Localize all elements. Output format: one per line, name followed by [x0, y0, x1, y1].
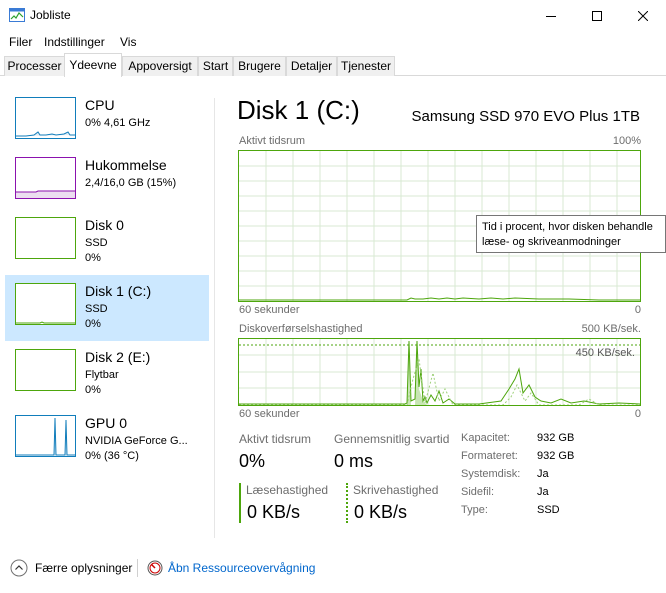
- resource-monitor-icon: [147, 560, 163, 576]
- active-time-graph-timespan: 60 sekunder: [239, 304, 300, 316]
- minimize-icon: [546, 15, 556, 17]
- footer-divider: [137, 559, 138, 577]
- system-disk-value: Ja: [537, 468, 549, 480]
- capacity-label: Kapacitet:: [461, 432, 510, 444]
- transfer-rate-graph-max: 500 KB/sek.: [581, 323, 641, 335]
- sidebar-item-name: GPU 0: [85, 415, 128, 431]
- page-file-label: Sidefil:: [461, 486, 495, 498]
- active-time-graph-max: 100%: [612, 135, 641, 147]
- sidebar-item-gpu0[interactable]: GPU 0 NVIDIA GeForce G... 0% (36 °C): [5, 407, 209, 473]
- gpu0-thumbnail: [15, 415, 76, 457]
- response-time-label: Gennemsnitlig svartid: [334, 432, 450, 446]
- memory-thumbnail: [15, 157, 76, 199]
- menu-settings[interactable]: Indstillinger: [44, 35, 105, 49]
- tab-details[interactable]: Detaljer: [286, 56, 337, 76]
- sidebar-item-cpu[interactable]: CPU 0% 4,61 GHz: [5, 89, 209, 155]
- chevron-up-circle-icon: [10, 559, 28, 577]
- sidebar-item-memory[interactable]: Hukommelse 2,4/16,0 GB (15%): [5, 149, 209, 215]
- title-bar: Jobliste: [0, 0, 666, 31]
- system-disk-label: Systemdisk:: [461, 468, 521, 480]
- close-icon: [638, 10, 648, 21]
- window-title: Jobliste: [30, 8, 71, 22]
- capacity-value: 932 GB: [537, 432, 575, 444]
- active-time-tooltip: Tid i procent, hvor disken behandle læse…: [476, 215, 666, 253]
- cpu-thumbnail: [15, 97, 76, 139]
- tab-processes[interactable]: Processer: [4, 56, 65, 76]
- sidebar-item-name: CPU: [85, 97, 115, 113]
- disk-model: Samsung SSD 970 EVO Plus 1TB: [411, 108, 640, 125]
- minimize-button[interactable]: [528, 0, 574, 31]
- sidebar-item-disk2[interactable]: Disk 2 (E:) Flytbar 0%: [5, 341, 209, 407]
- close-button[interactable]: [620, 0, 666, 31]
- active-time-label: Aktivt tidsrum: [239, 432, 312, 446]
- tab-services[interactable]: Tjenester: [337, 56, 395, 76]
- transfer-rate-graph-min: 0: [634, 408, 641, 420]
- page-title: Disk 1 (C:): [237, 95, 360, 125]
- tab-bar: Processer Ydeevne Appoversigt Start Brug…: [0, 53, 666, 77]
- sidebar-item-detail: Flytbar: [85, 369, 119, 381]
- formatted-value: 932 GB: [537, 450, 575, 462]
- sidebar-item-disk1[interactable]: Disk 1 (C:) SSD 0%: [5, 275, 209, 341]
- sidebar-item-detail: SSD: [85, 303, 108, 315]
- open-resource-monitor-label: Åbn Ressourceovervågning: [168, 561, 316, 575]
- read-speed-value: 0 KB/s: [247, 502, 301, 522]
- disk1-thumbnail: [15, 283, 76, 325]
- task-manager-icon: [9, 8, 25, 22]
- maximize-icon: [592, 10, 602, 21]
- menu-view[interactable]: Vis: [120, 35, 136, 49]
- response-time-value: 0 ms: [334, 451, 374, 471]
- sidebar-item-name: Disk 1 (C:): [85, 283, 152, 299]
- sidebar-item-usage: 0% (36 °C): [85, 450, 139, 462]
- sidebar-item-detail: 2,4/16,0 GB (15%): [85, 177, 177, 189]
- sidebar-item-usage: 0%: [85, 318, 101, 330]
- menu-file[interactable]: Filer: [9, 35, 32, 49]
- disk0-thumbnail: [15, 217, 76, 259]
- fewer-details-label: Færre oplysninger: [35, 561, 133, 575]
- sidebar-item-name: Hukommelse: [85, 157, 167, 173]
- read-speed-label: Læsehastighed: [246, 483, 329, 497]
- tooltip-line: læse- og skriveanmodninger: [482, 236, 621, 248]
- sidebar-item-name: Disk 0: [85, 217, 124, 233]
- sidebar-item-usage: 0%: [85, 252, 101, 264]
- tab-startup[interactable]: Start: [198, 56, 233, 76]
- footer: Færre oplysninger Åbn Ressourceovervågni…: [0, 556, 666, 580]
- active-time-graph-label: Aktivt tidsrum: [239, 135, 306, 147]
- transfer-rate-graph-mark: 450 KB/sek.: [575, 347, 635, 359]
- write-speed-indicator: [346, 483, 348, 523]
- disk2-thumbnail: [15, 349, 76, 391]
- transfer-rate-graph: 450 KB/sek.: [238, 338, 641, 406]
- type-value: SSD: [537, 504, 560, 516]
- maximize-button[interactable]: [574, 0, 620, 31]
- write-speed-value: 0 KB/s: [354, 502, 408, 522]
- transfer-rate-graph-timespan: 60 sekunder: [239, 408, 300, 420]
- sidebar-item-name: Disk 2 (E:): [85, 349, 151, 365]
- sidebar-item-detail: NVIDIA GeForce G...: [85, 435, 188, 447]
- active-time-graph-min: 0: [634, 304, 641, 316]
- fewer-details-button[interactable]: Færre oplysninger: [10, 559, 132, 577]
- sidebar-item-detail: SSD: [85, 237, 108, 249]
- tab-performance[interactable]: Ydeevne: [64, 53, 122, 77]
- write-speed-label: Skrivehastighed: [353, 483, 439, 497]
- sidebar-item-disk0[interactable]: Disk 0 SSD 0%: [5, 209, 209, 275]
- menu-bar: Filer Indstillinger Vis: [0, 31, 666, 53]
- formatted-label: Formateret:: [461, 450, 518, 462]
- tab-app-history[interactable]: Appoversigt: [122, 56, 198, 76]
- active-time-value: 0%: [239, 451, 266, 471]
- sidebar-item-usage: 0%: [85, 384, 101, 396]
- sidebar-divider: [214, 98, 215, 538]
- read-speed-indicator: [239, 483, 241, 523]
- transfer-rate-graph-label: Diskoverførselshastighed: [239, 323, 363, 335]
- sidebar-item-detail: 0% 4,61 GHz: [85, 117, 151, 129]
- page-file-value: Ja: [537, 486, 549, 498]
- open-resource-monitor-link[interactable]: Åbn Ressourceovervågning: [147, 559, 315, 577]
- tab-users[interactable]: Brugere: [233, 56, 286, 76]
- tooltip-line: Tid i procent, hvor disken behandle: [482, 221, 653, 233]
- type-label: Type:: [461, 504, 488, 516]
